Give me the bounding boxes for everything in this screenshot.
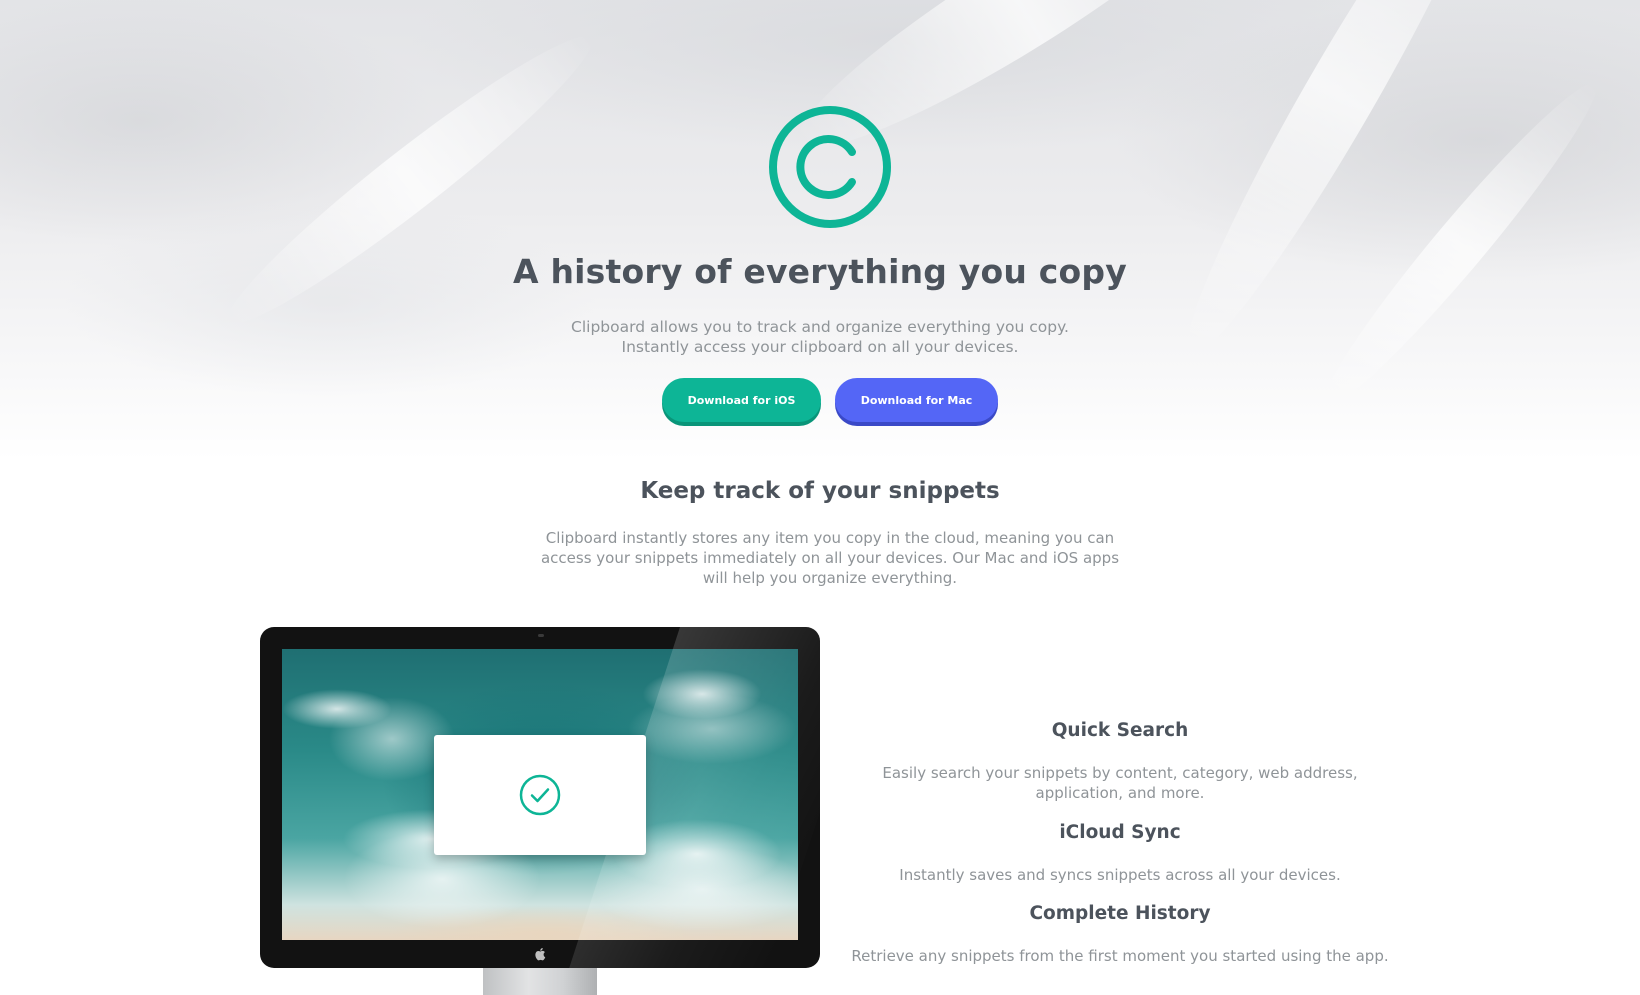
hero-title: A history of everything you copy (513, 252, 1127, 291)
download-ios-button[interactable]: Download for iOS (662, 378, 821, 422)
hero-background (0, 0, 1640, 460)
feature-title-complete-history: Complete History (1029, 903, 1211, 924)
feature-text-quick-search: Easily search your snippets by content, … (882, 764, 1358, 802)
monitor-stand (483, 968, 597, 995)
snippets-section-title: Keep track of your snippets (640, 478, 1000, 504)
check-circle-icon (519, 774, 561, 816)
feature-title-quick-search: Quick Search (1051, 720, 1189, 741)
monitor-camera (538, 634, 544, 637)
copyright-logo-icon (769, 106, 891, 228)
feature-title-icloud-sync: iCloud Sync (1059, 822, 1181, 843)
download-mac-button[interactable]: Download for Mac (835, 378, 998, 422)
feature-text-complete-history: Retrieve any snippets from the first mom… (851, 947, 1389, 965)
snippets-section-description: Clipboard instantly stores any item you … (540, 529, 1120, 587)
landing-page: A history of everything you copy Clipboa… (0, 0, 1640, 995)
monitor-illustration (260, 627, 820, 968)
hero-subtitle: Clipboard allows you to track and organi… (571, 318, 1069, 356)
feature-text-icloud-sync: Instantly saves and syncs snippets acros… (899, 866, 1341, 884)
apple-icon (535, 948, 546, 961)
